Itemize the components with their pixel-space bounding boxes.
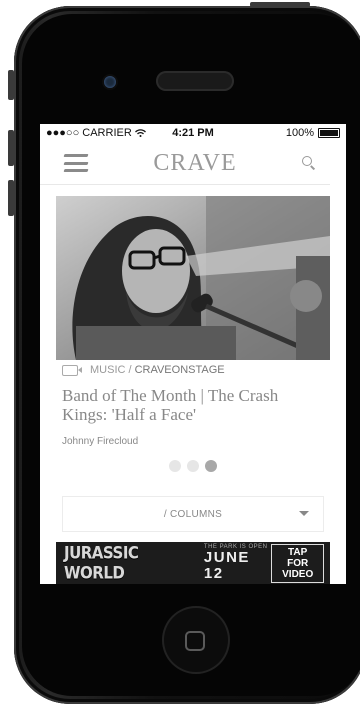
ad-release: THE PARK IS OPEN JUNE 12 <box>204 544 271 582</box>
status-bar: ●●●○○ CARRIER 4:21 PM 100% <box>40 124 346 142</box>
ad-date: JUNE 12 <box>203 549 250 582</box>
carousel-dot-2[interactable] <box>187 460 199 472</box>
ad-cta-line1: TAP FOR <box>287 546 309 569</box>
volume-up-button <box>8 130 14 166</box>
carrier: ●●●○○ CARRIER <box>46 127 146 139</box>
columns-label: / COLUMNS <box>163 508 223 520</box>
columns-dropdown[interactable]: / COLUMNS <box>62 496 324 532</box>
app-screen: ●●●○○ CARRIER 4:21 PM 100% CRAVE MUSIC /… <box>40 124 346 584</box>
mute-switch <box>8 70 14 100</box>
hero-image[interactable] <box>56 196 330 360</box>
featured-article[interactable]: MUSIC / CRAVEONSTAGE Band of The Month | … <box>62 362 322 447</box>
article-category: MUSIC / CRAVEONSTAGE <box>62 364 322 376</box>
hero-photo-illustration <box>56 196 330 360</box>
carousel-dot-1[interactable] <box>169 460 181 472</box>
app-header: CRAVE <box>40 142 330 185</box>
search-icon[interactable] <box>302 156 316 170</box>
article-title[interactable]: Band of The Month | The Crash Kings: 'Ha… <box>62 386 322 424</box>
battery-icon <box>318 128 340 138</box>
ad-cta-line2: VIDEO <box>282 568 314 580</box>
article-author[interactable]: Johnny Firecloud <box>62 436 322 447</box>
ad-cta-button[interactable]: TAP FOR VIDEO <box>271 543 324 583</box>
carousel-dot-3[interactable] <box>205 460 217 472</box>
video-icon <box>62 364 82 376</box>
ad-brand: JURASSIC WORLD <box>64 543 139 583</box>
category-main[interactable]: CRAVEONSTAGE <box>135 364 225 376</box>
volume-down-button <box>8 180 14 216</box>
battery-percent: 100% <box>285 127 314 139</box>
jurassic-world-ad-banner[interactable]: JURASSIC WORLD THE PARK IS OPEN JUNE 12 … <box>56 542 330 584</box>
category-prefix[interactable]: MUSIC / <box>90 364 132 376</box>
crave-logo[interactable]: CRAVE <box>153 150 236 177</box>
power-button <box>250 2 310 7</box>
carousel-dots <box>40 460 346 472</box>
front-camera <box>104 76 116 88</box>
chevron-down-icon <box>299 511 309 516</box>
hamburger-menu-icon[interactable] <box>63 154 89 172</box>
earpiece-speaker <box>156 71 234 91</box>
wifi-icon <box>134 129 146 137</box>
home-square-icon <box>185 631 205 651</box>
carrier-label: ●●●○○ CARRIER <box>46 127 132 139</box>
battery-status: 100% <box>286 127 340 139</box>
